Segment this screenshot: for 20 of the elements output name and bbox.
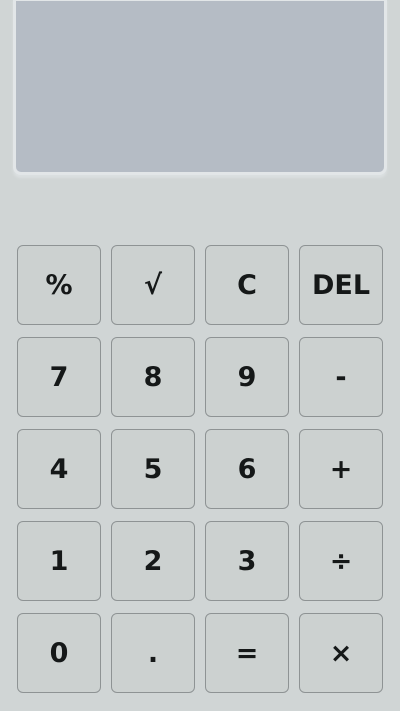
calculator-key[interactable]: . (111, 613, 195, 693)
calculator-key[interactable]: = (205, 613, 289, 693)
calculator-key[interactable]: + (299, 429, 383, 509)
calculator-key[interactable]: 9 (205, 337, 289, 417)
calculator-key[interactable]: DEL (299, 245, 383, 325)
calculator-key[interactable]: 5 (111, 429, 195, 509)
calculator-key[interactable]: × (299, 613, 383, 693)
calculator-key[interactable]: √ (111, 245, 195, 325)
calculator-key[interactable]: C (205, 245, 289, 325)
calculator-key[interactable]: ÷ (299, 521, 383, 601)
calculator-key[interactable]: - (299, 337, 383, 417)
calculator-key[interactable]: 8 (111, 337, 195, 417)
calculator-key[interactable]: 3 (205, 521, 289, 601)
calculator-key[interactable]: 4 (17, 429, 101, 509)
calculator-key[interactable]: 0 (17, 613, 101, 693)
calculator-key[interactable]: 1 (17, 521, 101, 601)
calculator-key[interactable]: 7 (17, 337, 101, 417)
calculator-key[interactable]: % (17, 245, 101, 325)
calculator-key[interactable]: 2 (111, 521, 195, 601)
calculator-key[interactable]: 6 (205, 429, 289, 509)
